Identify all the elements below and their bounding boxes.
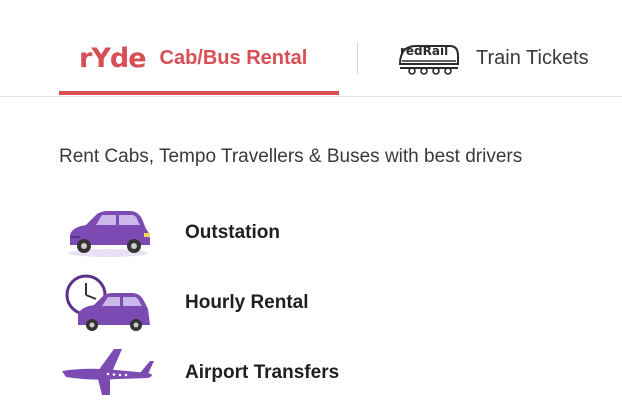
active-tab-indicator [59, 91, 339, 95]
service-label: Hourly Rental [185, 292, 309, 313]
clock-car-icon [56, 273, 156, 333]
ryde-logo-icon: rYde [79, 42, 147, 74]
tab-label: Train Tickets [476, 46, 589, 69]
page-subtitle: Rent Cabs, Tempo Travellers & Buses with… [59, 146, 523, 167]
service-airport-transfers[interactable]: Airport Transfers [56, 343, 456, 403]
service-hourly-rental[interactable]: Hourly Rental [56, 273, 456, 333]
car-icon [56, 203, 156, 263]
tab-label: Cab/Bus Rental [159, 46, 308, 69]
service-outstation[interactable]: Outstation [56, 203, 456, 263]
tab-divider [357, 42, 358, 74]
train-icon: redRail [398, 40, 462, 76]
tab-bar: rYde Cab/Bus Rental redRail Train Ticket… [0, 0, 622, 97]
tab-train-tickets[interactable]: redRail Train Tickets [398, 36, 589, 80]
redrail-logo-text: redRail [400, 44, 449, 58]
service-label: Airport Transfers [185, 362, 340, 383]
service-label: Outstation [185, 222, 280, 243]
tab-cab-bus-rental[interactable]: rYde Cab/Bus Rental [79, 36, 307, 80]
airplane-icon [56, 343, 156, 403]
